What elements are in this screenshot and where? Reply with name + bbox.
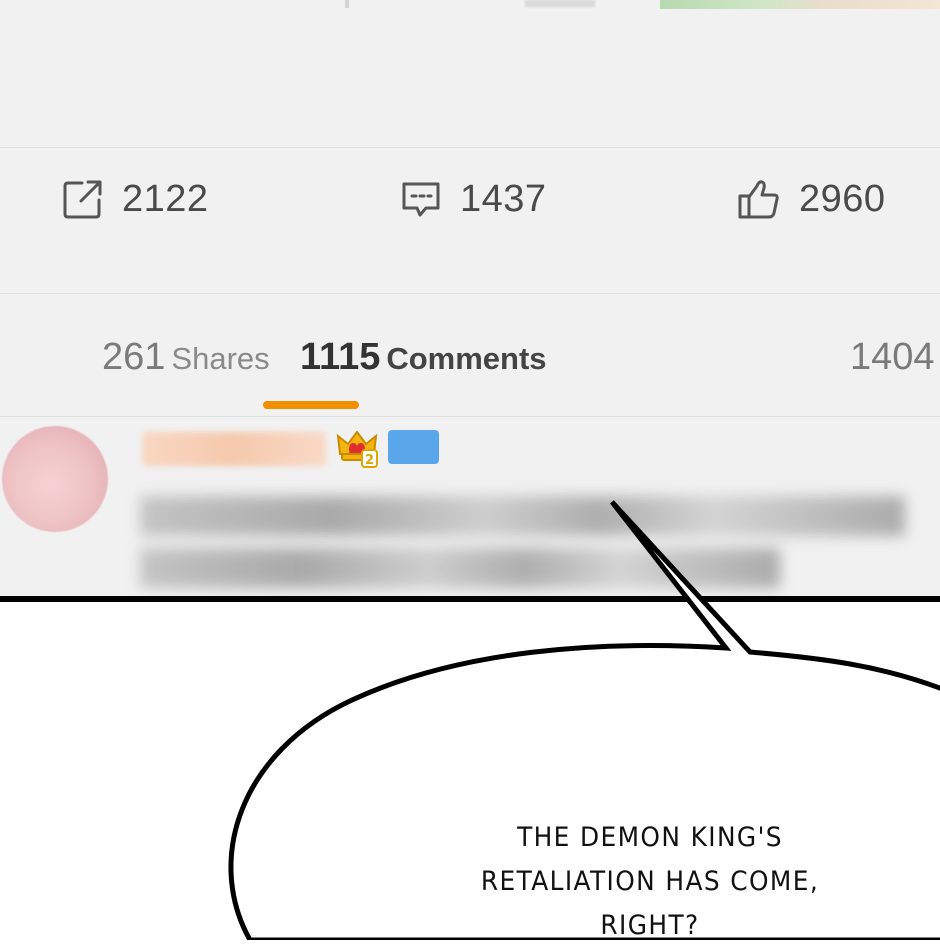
social-post-panel: 2122 1437 2960 261 Shares 1115 Comments [0, 0, 940, 598]
avatar[interactable] [2, 426, 108, 532]
cut-off-text-mark [525, 0, 595, 7]
share-icon [62, 178, 104, 220]
cut-off-text-mark [345, 0, 349, 8]
speech-line: RETALIATION HAS COME, [480, 866, 820, 897]
speech-line: RIGHT? [600, 910, 700, 941]
vip-crown-icon: 2 [334, 426, 380, 470]
speech-line: THE DEMON KING'S [517, 822, 783, 853]
divider [0, 293, 940, 294]
divider [0, 147, 940, 148]
comment-button[interactable]: 1437 [400, 174, 547, 224]
like-button[interactable]: 2960 [737, 174, 886, 224]
comment-count: 1437 [460, 177, 547, 220]
comment-text-blurred [140, 548, 780, 588]
cut-off-image [660, 0, 940, 9]
tab-shares[interactable]: 261 Shares [102, 336, 270, 379]
previous-post-edge [0, 0, 940, 10]
repost-count: 2122 [122, 177, 209, 220]
comment-text-blurred [140, 496, 905, 536]
active-tab-indicator [263, 401, 359, 409]
svg-text:2: 2 [365, 453, 374, 468]
divider [0, 416, 940, 417]
username-blurred[interactable] [142, 432, 326, 466]
shares-label: Shares [171, 341, 270, 376]
thumbs-up-icon [737, 177, 781, 221]
panel-border [0, 596, 940, 602]
comments-label: Comments [386, 341, 547, 376]
tab-comments[interactable]: 1115 Comments [300, 336, 547, 379]
comments-count: 1115 [300, 336, 381, 378]
like-count: 2960 [799, 177, 886, 220]
tab-likes[interactable]: 1404 [850, 336, 935, 379]
blue-badge [388, 430, 439, 464]
likes-count: 1404 [850, 336, 935, 378]
comment-icon [400, 178, 442, 220]
speech-bubble-text: THE DEMON KING'S RETALIATION HAS COME, R… [457, 816, 843, 948]
repost-button[interactable]: 2122 [62, 174, 209, 224]
shares-count: 261 [102, 336, 166, 378]
